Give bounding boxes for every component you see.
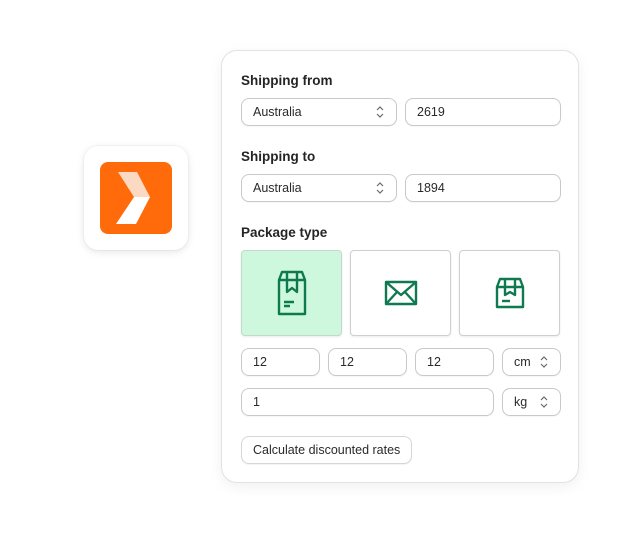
weight-unit-value: kg bbox=[514, 395, 528, 409]
height-value: 12 bbox=[427, 355, 441, 369]
dimension-unit-value: cm bbox=[514, 355, 531, 369]
shipping-to-country-select[interactable]: Australia bbox=[241, 174, 397, 202]
weight-unit-select[interactable]: kg bbox=[502, 388, 561, 416]
shipping-calculator-card: Shipping from Australia 2619 Shipping to… bbox=[221, 50, 579, 483]
app-icon-tile bbox=[84, 146, 188, 250]
width-input[interactable]: 12 bbox=[328, 348, 407, 376]
height-input[interactable]: 12 bbox=[415, 348, 494, 376]
package-type-option-box[interactable] bbox=[459, 250, 560, 336]
shipping-to-postcode-value: 1894 bbox=[417, 181, 445, 195]
length-value: 12 bbox=[253, 355, 267, 369]
chevron-logo-icon bbox=[116, 172, 150, 224]
shipping-to-country-value: Australia bbox=[253, 181, 302, 195]
package-type-option-package[interactable] bbox=[241, 250, 342, 336]
shipping-from-country-select[interactable]: Australia bbox=[241, 98, 397, 126]
shipping-from-label: Shipping from bbox=[241, 73, 333, 88]
chevron-up-down-icon bbox=[539, 395, 549, 409]
package-type-label: Package type bbox=[241, 225, 328, 240]
envelope-icon bbox=[384, 280, 417, 306]
shipping-to-postcode-input[interactable]: 1894 bbox=[405, 174, 561, 202]
shipping-from-postcode-input[interactable]: 2619 bbox=[405, 98, 561, 126]
box-icon bbox=[495, 277, 524, 309]
width-value: 12 bbox=[340, 355, 354, 369]
calculate-rates-button[interactable]: Calculate discounted rates bbox=[241, 436, 413, 464]
shipping-to-label: Shipping to bbox=[241, 149, 316, 164]
tall-box-icon bbox=[277, 270, 306, 316]
chevron-up-down-icon bbox=[375, 105, 385, 119]
chevron-up-down-icon bbox=[375, 181, 385, 195]
weight-input[interactable]: 1 bbox=[241, 388, 494, 416]
app-logo bbox=[100, 162, 172, 234]
package-type-option-envelope[interactable] bbox=[350, 250, 451, 336]
shipping-from-country-value: Australia bbox=[253, 105, 302, 119]
weight-value: 1 bbox=[253, 395, 260, 409]
shipping-from-postcode-value: 2619 bbox=[417, 105, 445, 119]
length-input[interactable]: 12 bbox=[241, 348, 320, 376]
dimension-unit-select[interactable]: cm bbox=[502, 348, 561, 376]
chevron-up-down-icon bbox=[539, 355, 549, 369]
